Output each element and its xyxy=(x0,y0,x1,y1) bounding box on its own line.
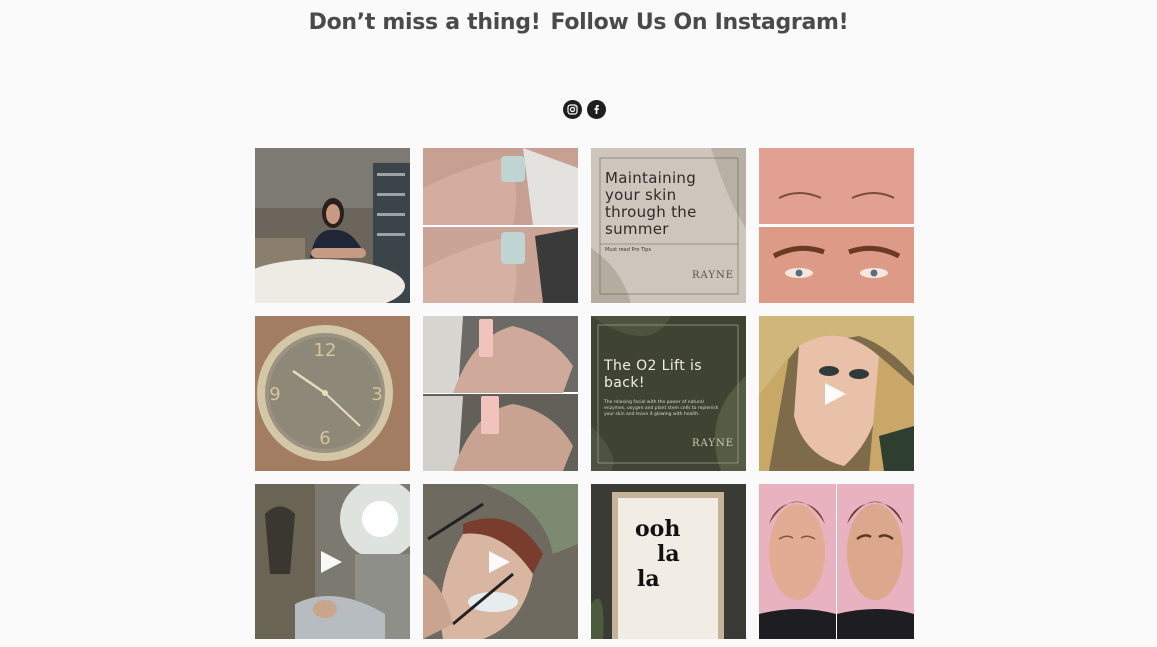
post-image xyxy=(255,148,410,303)
post-image: 12 3 6 9 xyxy=(255,316,410,471)
play-icon xyxy=(489,551,510,573)
post-body: The relaxing facial with the power of na… xyxy=(604,400,719,417)
instagram-post[interactable]: The O2 Lift is back! The relaxing facial… xyxy=(591,316,746,471)
facebook-icon xyxy=(594,105,599,114)
facebook-link[interactable] xyxy=(587,100,606,119)
play-icon xyxy=(825,383,846,405)
poster-line: ooh xyxy=(635,516,681,542)
instagram-feed-grid: Maintaining your skin through the summer… xyxy=(255,148,914,639)
poster-line: la xyxy=(657,541,680,567)
instagram-link[interactable] xyxy=(563,100,582,119)
instagram-post[interactable] xyxy=(255,484,410,639)
svg-text:6: 6 xyxy=(319,428,330,449)
post-logo: RAYNE xyxy=(692,438,734,449)
poster-text: ooh la la xyxy=(635,517,680,592)
instagram-post[interactable]: 12 3 6 9 xyxy=(255,316,410,471)
post-title: Maintaining your skin through the summer xyxy=(605,169,697,238)
post-title: The O2 Lift is back! xyxy=(604,358,702,391)
instagram-icon xyxy=(567,104,578,115)
post-image xyxy=(423,316,578,471)
instagram-post[interactable] xyxy=(423,148,578,303)
instagram-heading: Don’t miss a thing! Follow Us On Instagra… xyxy=(0,10,1157,35)
post-subtitle: Must read Pro Tips xyxy=(605,247,652,253)
instagram-post[interactable] xyxy=(759,484,914,639)
play-icon xyxy=(321,551,342,573)
instagram-post[interactable]: ooh la la xyxy=(591,484,746,639)
heading-part-2: Follow Us On Instagram! xyxy=(550,10,849,35)
instagram-post[interactable] xyxy=(423,316,578,471)
instagram-post[interactable]: Maintaining your skin through the summer… xyxy=(591,148,746,303)
social-links xyxy=(563,100,606,119)
svg-text:12: 12 xyxy=(314,340,337,361)
instagram-post[interactable] xyxy=(759,316,914,471)
heading-part-1: Don’t miss a thing! xyxy=(308,10,541,35)
instagram-post[interactable] xyxy=(423,484,578,639)
instagram-post[interactable] xyxy=(255,148,410,303)
post-logo: RAYNE xyxy=(692,270,734,281)
post-image xyxy=(423,148,578,303)
poster-line: la xyxy=(637,566,660,592)
svg-text:3: 3 xyxy=(371,384,382,405)
post-image xyxy=(759,484,914,639)
svg-text:9: 9 xyxy=(269,384,280,405)
post-image xyxy=(759,148,914,303)
instagram-post[interactable] xyxy=(759,148,914,303)
